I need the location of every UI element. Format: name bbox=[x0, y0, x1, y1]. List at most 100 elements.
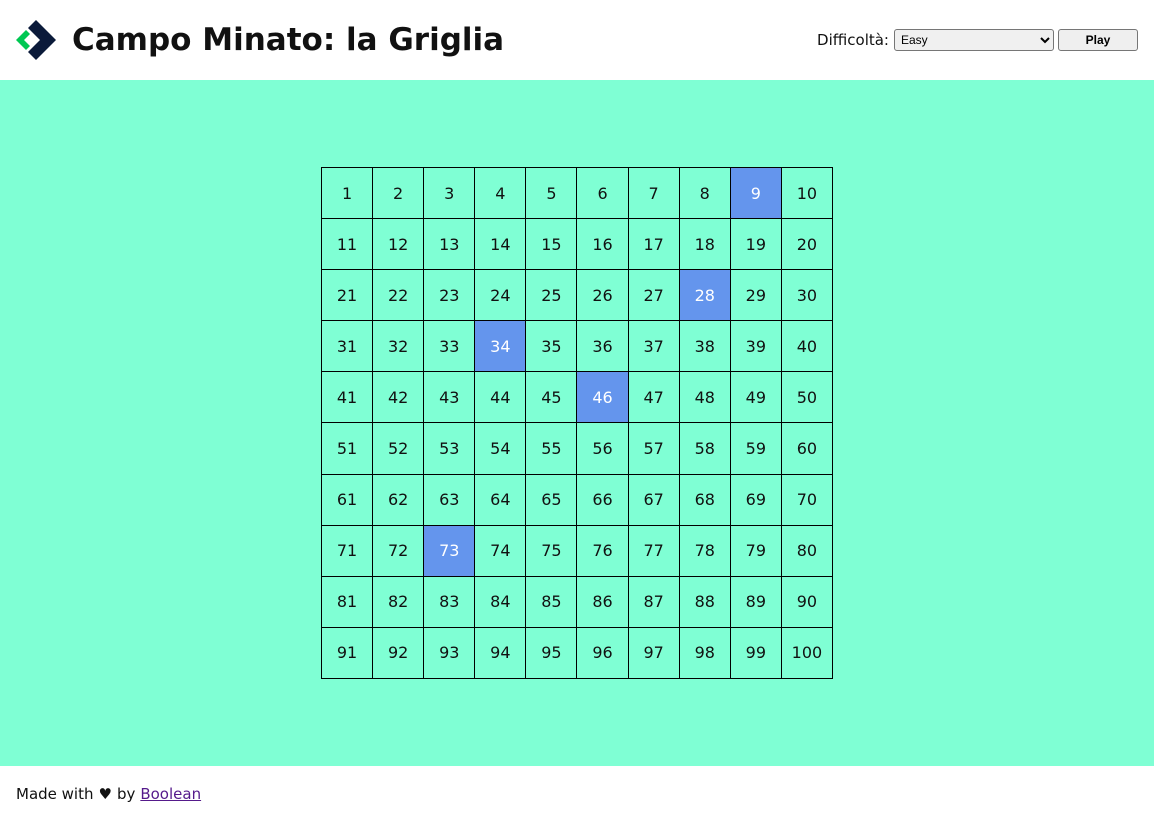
grid-cell[interactable]: 16 bbox=[577, 219, 629, 271]
grid-cell[interactable]: 5 bbox=[526, 168, 578, 220]
grid-cell[interactable]: 81 bbox=[322, 576, 374, 628]
grid-cell[interactable]: 39 bbox=[730, 321, 782, 373]
grid-cell[interactable]: 23 bbox=[424, 270, 476, 322]
grid-cell[interactable]: 6 bbox=[577, 168, 629, 220]
difficulty-select[interactable]: Easy bbox=[894, 29, 1054, 51]
grid-cell[interactable]: 28 bbox=[679, 270, 731, 322]
play-button[interactable]: Play bbox=[1058, 29, 1138, 51]
grid-cell[interactable]: 14 bbox=[475, 219, 527, 271]
grid-cell[interactable]: 83 bbox=[424, 576, 476, 628]
grid-cell[interactable]: 1 bbox=[322, 168, 374, 220]
grid-cell[interactable]: 24 bbox=[475, 270, 527, 322]
grid-cell[interactable]: 48 bbox=[679, 372, 731, 424]
grid-cell[interactable]: 64 bbox=[475, 474, 527, 526]
grid-cell[interactable]: 75 bbox=[526, 525, 578, 577]
grid-cell[interactable]: 49 bbox=[730, 372, 782, 424]
grid-cell[interactable]: 63 bbox=[424, 474, 476, 526]
grid-cell[interactable]: 72 bbox=[373, 525, 425, 577]
grid-cell[interactable]: 70 bbox=[781, 474, 833, 526]
grid-cell[interactable]: 90 bbox=[781, 576, 833, 628]
grid-cell[interactable]: 54 bbox=[475, 423, 527, 475]
grid-cell[interactable]: 76 bbox=[577, 525, 629, 577]
grid-cell[interactable]: 43 bbox=[424, 372, 476, 424]
grid-cell[interactable]: 33 bbox=[424, 321, 476, 373]
grid-cell[interactable]: 11 bbox=[322, 219, 374, 271]
grid-cell[interactable]: 53 bbox=[424, 423, 476, 475]
grid-cell[interactable]: 13 bbox=[424, 219, 476, 271]
grid-cell[interactable]: 21 bbox=[322, 270, 374, 322]
grid-cell[interactable]: 50 bbox=[781, 372, 833, 424]
grid-cell[interactable]: 7 bbox=[628, 168, 680, 220]
grid-cell[interactable]: 93 bbox=[424, 627, 476, 679]
grid-cell[interactable]: 19 bbox=[730, 219, 782, 271]
grid-cell[interactable]: 79 bbox=[730, 525, 782, 577]
grid-cell[interactable]: 38 bbox=[679, 321, 731, 373]
grid-cell[interactable]: 47 bbox=[628, 372, 680, 424]
grid-cell[interactable]: 95 bbox=[526, 627, 578, 679]
grid-cell[interactable]: 3 bbox=[424, 168, 476, 220]
grid-cell[interactable]: 2 bbox=[373, 168, 425, 220]
grid-cell[interactable]: 51 bbox=[322, 423, 374, 475]
grid-cell[interactable]: 98 bbox=[679, 627, 731, 679]
grid-cell[interactable]: 73 bbox=[424, 525, 476, 577]
grid-cell[interactable]: 25 bbox=[526, 270, 578, 322]
grid-cell[interactable]: 61 bbox=[322, 474, 374, 526]
grid-cell[interactable]: 78 bbox=[679, 525, 731, 577]
grid-cell[interactable]: 30 bbox=[781, 270, 833, 322]
grid-cell[interactable]: 9 bbox=[730, 168, 782, 220]
grid-cell[interactable]: 31 bbox=[322, 321, 374, 373]
grid-cell[interactable]: 58 bbox=[679, 423, 731, 475]
grid-cell[interactable]: 37 bbox=[628, 321, 680, 373]
grid-cell[interactable]: 12 bbox=[373, 219, 425, 271]
grid-cell[interactable]: 42 bbox=[373, 372, 425, 424]
grid-cell[interactable]: 91 bbox=[322, 627, 374, 679]
grid-cell[interactable]: 94 bbox=[475, 627, 527, 679]
grid-cell[interactable]: 77 bbox=[628, 525, 680, 577]
grid-cell[interactable]: 71 bbox=[322, 525, 374, 577]
grid-cell[interactable]: 4 bbox=[475, 168, 527, 220]
grid-cell[interactable]: 34 bbox=[475, 321, 527, 373]
grid-cell[interactable]: 8 bbox=[679, 168, 731, 220]
grid-cell[interactable]: 45 bbox=[526, 372, 578, 424]
grid-cell[interactable]: 10 bbox=[781, 168, 833, 220]
grid-cell[interactable]: 36 bbox=[577, 321, 629, 373]
grid-cell[interactable]: 67 bbox=[628, 474, 680, 526]
boolean-link[interactable]: Boolean bbox=[140, 785, 201, 803]
grid-cell[interactable]: 62 bbox=[373, 474, 425, 526]
grid-cell[interactable]: 40 bbox=[781, 321, 833, 373]
grid-cell[interactable]: 56 bbox=[577, 423, 629, 475]
grid-cell[interactable]: 87 bbox=[628, 576, 680, 628]
grid-cell[interactable]: 20 bbox=[781, 219, 833, 271]
grid-cell[interactable]: 35 bbox=[526, 321, 578, 373]
grid-cell[interactable]: 82 bbox=[373, 576, 425, 628]
grid-cell[interactable]: 46 bbox=[577, 372, 629, 424]
grid-cell[interactable]: 84 bbox=[475, 576, 527, 628]
grid-cell[interactable]: 57 bbox=[628, 423, 680, 475]
grid-cell[interactable]: 92 bbox=[373, 627, 425, 679]
grid-cell[interactable]: 88 bbox=[679, 576, 731, 628]
grid-cell[interactable]: 97 bbox=[628, 627, 680, 679]
grid-cell[interactable]: 99 bbox=[730, 627, 782, 679]
grid-cell[interactable]: 44 bbox=[475, 372, 527, 424]
grid-cell[interactable]: 52 bbox=[373, 423, 425, 475]
grid-cell[interactable]: 29 bbox=[730, 270, 782, 322]
grid-cell[interactable]: 55 bbox=[526, 423, 578, 475]
grid-cell[interactable]: 22 bbox=[373, 270, 425, 322]
grid-cell[interactable]: 86 bbox=[577, 576, 629, 628]
grid-cell[interactable]: 41 bbox=[322, 372, 374, 424]
grid-cell[interactable]: 74 bbox=[475, 525, 527, 577]
grid-cell[interactable]: 66 bbox=[577, 474, 629, 526]
grid-cell[interactable]: 85 bbox=[526, 576, 578, 628]
grid-cell[interactable]: 18 bbox=[679, 219, 731, 271]
grid-cell[interactable]: 15 bbox=[526, 219, 578, 271]
grid-cell[interactable]: 100 bbox=[781, 627, 833, 679]
grid-cell[interactable]: 27 bbox=[628, 270, 680, 322]
grid-cell[interactable]: 17 bbox=[628, 219, 680, 271]
grid-cell[interactable]: 59 bbox=[730, 423, 782, 475]
grid-cell[interactable]: 26 bbox=[577, 270, 629, 322]
grid-cell[interactable]: 60 bbox=[781, 423, 833, 475]
grid-cell[interactable]: 80 bbox=[781, 525, 833, 577]
grid-cell[interactable]: 32 bbox=[373, 321, 425, 373]
grid-cell[interactable]: 68 bbox=[679, 474, 731, 526]
grid-cell[interactable]: 65 bbox=[526, 474, 578, 526]
